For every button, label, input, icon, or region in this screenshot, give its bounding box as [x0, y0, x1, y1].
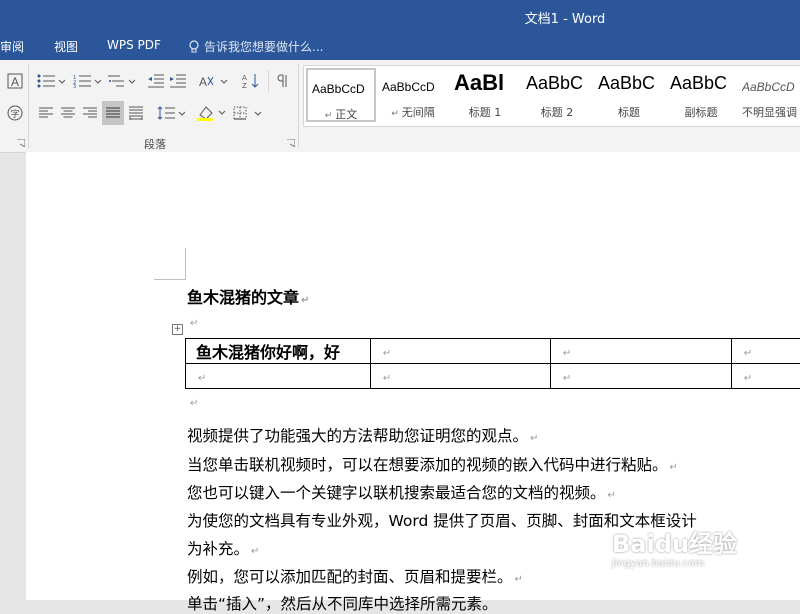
style-normal[interactable]: AaBbCcD ↵ 正文 — [306, 68, 376, 122]
align-center-icon[interactable] — [58, 102, 78, 124]
margin-corner-mark — [185, 248, 186, 280]
body-paragraph[interactable]: 您也可以键入一个关键字以联机搜索最适合您的文档的视频。↵ — [187, 481, 616, 503]
paragraph-group-label: 段落 — [144, 136, 166, 152]
svg-text:字: 字 — [11, 108, 20, 120]
borders-icon[interactable] — [232, 102, 264, 124]
body-paragraph[interactable]: 为使您的文档具有专业外观，Word 提供了页眉、页脚、封面和文本框设计 — [187, 509, 697, 531]
watermark-brand: Baidu经验 — [612, 530, 737, 558]
document-table[interactable]: 鱼木混猪你好啊，好 ↵ ↵ ↵ ↵ ↵ ↵ ↵ — [185, 338, 800, 389]
table-cell[interactable]: ↵ — [370, 339, 550, 364]
style-name: 标题 — [594, 104, 664, 120]
distributed-icon[interactable] — [126, 102, 146, 124]
baidu-watermark: Baidu经验 jingyan.baidu.com — [612, 530, 737, 570]
svg-text:A: A — [242, 74, 247, 82]
style-subtitle[interactable]: AaBbC 副标题 — [666, 68, 736, 122]
style-sample: AaBbC — [670, 73, 736, 94]
decrease-indent-icon[interactable] — [146, 70, 166, 92]
tell-me-box[interactable]: 告诉我您想要做什么... — [188, 38, 323, 55]
table-row: ↵ ↵ ↵ ↵ — [186, 364, 800, 389]
table-cell[interactable]: 鱼木混猪你好啊，好 — [186, 339, 371, 364]
table-cell[interactable]: ↵ — [370, 364, 550, 389]
svg-text:A: A — [199, 75, 207, 88]
lightbulb-icon — [188, 40, 200, 54]
align-right-icon[interactable] — [80, 102, 100, 124]
show-marks-icon[interactable] — [274, 70, 292, 92]
justify-icon[interactable] — [102, 101, 124, 125]
tab-view[interactable]: 视图 — [54, 38, 78, 55]
line-spacing-icon[interactable] — [156, 102, 186, 124]
multilevel-list-icon[interactable] — [106, 70, 136, 92]
font-box-A-icon[interactable]: A — [6, 70, 24, 92]
style-heading-2[interactable]: AaBbC 标题 2 — [522, 68, 592, 122]
title-bar: 文档1 - Word — [0, 0, 800, 32]
chinese-layout-icon[interactable]: A — [198, 70, 230, 92]
style-sample: AaBbCcD — [312, 82, 374, 96]
svg-text:3: 3 — [73, 84, 76, 88]
group-separator — [28, 64, 29, 148]
body-paragraph[interactable]: 例如，您可以添加匹配的封面、页眉和提要栏。↵ — [187, 565, 523, 587]
table-move-handle-icon[interactable]: + — [172, 324, 183, 335]
window-title: 文档1 - Word — [0, 8, 800, 27]
group-separator — [268, 70, 269, 92]
styles-gallery: AaBbCcD ↵ 正文 AaBbCcD ↵ 无间隔 AaBl 标题 1 AaB… — [303, 65, 800, 127]
bullets-icon[interactable] — [36, 70, 66, 92]
paragraph-dialog-launcher-icon[interactable] — [286, 138, 296, 148]
paragraph-mark: ↵ — [190, 318, 198, 329]
style-name: 副标题 — [666, 104, 736, 120]
svg-text:A: A — [11, 75, 19, 89]
tab-review[interactable]: 审阅 — [0, 38, 24, 55]
document-heading[interactable]: 鱼木混猪的文章↵ — [187, 284, 309, 308]
numbering-icon[interactable]: 123 — [72, 70, 102, 92]
table-cell[interactable]: ↵ — [550, 339, 731, 364]
style-sample: AaBbCcD — [382, 80, 448, 94]
tab-wps-pdf[interactable]: WPS PDF — [107, 38, 161, 52]
style-sample: AaBbC — [526, 73, 592, 94]
sort-icon[interactable]: AZ — [240, 70, 262, 92]
table-cell[interactable]: ↵ — [731, 339, 800, 364]
style-name: 不明显强调 — [742, 104, 800, 120]
style-name: 标题 2 — [522, 104, 592, 120]
style-title[interactable]: AaBbC 标题 — [594, 68, 664, 122]
watermark-url: jingyan.baidu.com — [612, 558, 737, 570]
style-heading-1[interactable]: AaBl 标题 1 — [450, 68, 520, 122]
margin-corner-mark — [154, 279, 186, 280]
body-paragraph[interactable]: 当您单击联机视频时，可以在想要添加的视频的嵌入代码中进行粘贴。↵ — [187, 453, 678, 475]
font-circle-icon[interactable]: 字 — [6, 102, 24, 124]
group-separator — [298, 64, 299, 148]
table-cell[interactable]: ↵ — [186, 364, 371, 389]
shading-icon[interactable] — [196, 102, 228, 124]
style-no-spacing[interactable]: AaBbCcD ↵ 无间隔 — [378, 68, 448, 122]
increase-indent-icon[interactable] — [168, 70, 188, 92]
align-left-icon[interactable] — [36, 102, 56, 124]
style-sample: AaBbC — [598, 73, 664, 94]
style-sample: AaBl — [454, 70, 520, 96]
style-sample: AaBbCcD — [742, 80, 800, 94]
ribbon-tabs: 审阅 视图 WPS PDF 告诉我您想要做什么... — [0, 32, 800, 60]
style-name: ↵ 无间隔 — [378, 104, 448, 120]
body-paragraph-continued[interactable]: 为补充。↵ — [187, 537, 259, 559]
style-subtle-emphasis[interactable]: AaBbCcD 不明显强调 — [738, 68, 800, 122]
table-cell[interactable]: ↵ — [550, 364, 731, 389]
paragraph-mark: ↵ — [190, 398, 198, 409]
body-paragraph[interactable]: 单击“插入”，然后从不同库中选择所需元素。 — [187, 592, 498, 614]
style-name: 标题 1 — [450, 104, 520, 120]
table-row: 鱼木混猪你好啊，好 ↵ ↵ ↵ — [186, 339, 800, 364]
body-paragraph[interactable]: 视频提供了功能强大的方法帮助您证明您的观点。↵ — [187, 424, 538, 446]
tell-me-placeholder: 告诉我您想要做什么... — [204, 38, 323, 55]
dialog-launcher-icon[interactable] — [16, 138, 26, 148]
style-name: ↵ 正文 — [308, 106, 374, 122]
table-cell[interactable]: ↵ — [731, 364, 800, 389]
svg-text:Z: Z — [242, 82, 247, 89]
